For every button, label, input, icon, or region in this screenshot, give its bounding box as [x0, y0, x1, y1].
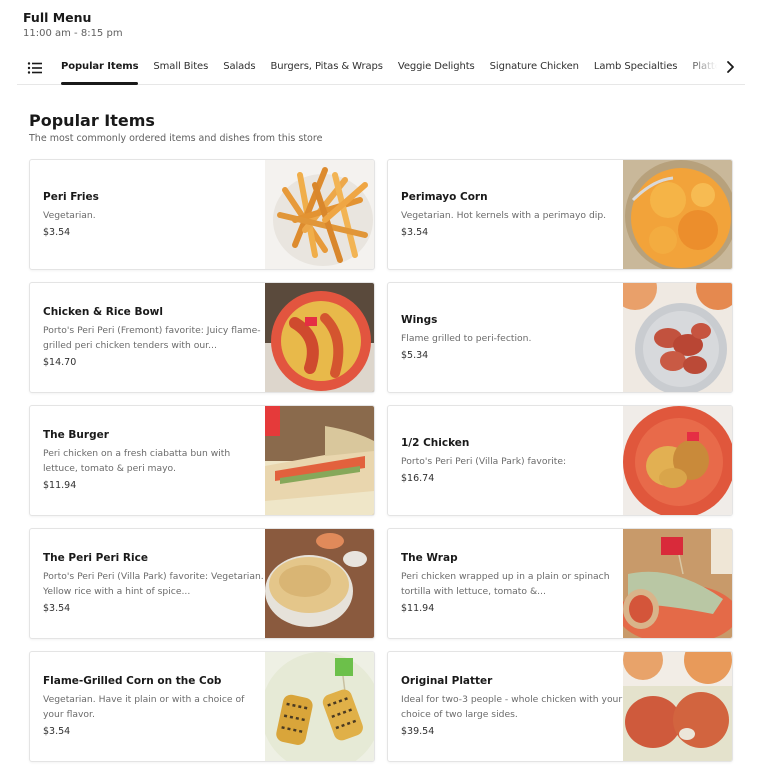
item-description: Vegetarian. Have it plain or with a choi…: [43, 694, 245, 720]
tab-lamb-specialties[interactable]: Lamb Specialties: [594, 50, 678, 84]
item-price: $11.94: [401, 603, 435, 614]
tab-veggie-delights[interactable]: Veggie Delights: [398, 50, 475, 84]
wrap-photo: [623, 529, 732, 638]
menu-hours: 11:00 am - 8:15 pm: [23, 28, 123, 39]
category-tab-bar: Popular Items Small Bites Salads Burgers, P…: [17, 50, 745, 85]
item-price: $16.74: [401, 472, 435, 484]
menu-item-card[interactable]: Original Platter Ideal for two-3 people …: [387, 651, 733, 762]
item-price: $3.54: [43, 226, 71, 238]
item-price: $14.70: [43, 357, 77, 368]
menu-item-card[interactable]: Peri Fries Vegetarian. $3.54: [29, 159, 375, 270]
item-name: Wings: [401, 313, 438, 326]
chicken-rice-bowl-photo: [265, 283, 374, 392]
menu-item-card[interactable]: The Wrap Peri chicken wrapped up in a pl…: [387, 528, 733, 639]
chevron-right-icon[interactable]: [721, 58, 739, 76]
section-subtitle: The most commonly ordered items and dish…: [29, 133, 323, 144]
item-description: Porto's Peri Peri (Villa Park) favorite:: [401, 455, 567, 467]
menu-item-card[interactable]: Perimayo Corn Vegetarian. Hot kernels wi…: [387, 159, 733, 270]
item-description: Peri chicken on a fresh ciabatta bun wit…: [43, 448, 231, 474]
corn-cob-photo: [265, 652, 374, 761]
half-chicken-photo: [623, 406, 732, 515]
section-title: Popular Items: [29, 111, 155, 130]
fries-photo: [265, 160, 374, 269]
item-price: $5.34: [401, 349, 429, 361]
item-name: Chicken & Rice Bowl: [43, 306, 163, 318]
menu-header: Full Menu 11:00 am - 8:15 pm: [23, 10, 123, 41]
tabs-fade-overlay: [687, 50, 717, 84]
item-name: The Wrap: [401, 552, 458, 564]
item-name: The Peri Peri Rice: [43, 552, 148, 564]
menu-item-card[interactable]: Chicken & Rice Bowl Porto's Peri Peri (F…: [29, 282, 375, 393]
item-description: Porto's Peri Peri (Fremont) favorite: Ju…: [43, 325, 261, 351]
item-name: Original Platter: [401, 675, 493, 687]
menu-item-card[interactable]: The Peri Peri Rice Porto's Peri Peri (Vi…: [29, 528, 375, 639]
corn-bowl-photo: [623, 160, 732, 269]
item-name: 1/2 Chicken: [401, 436, 470, 449]
item-name: Perimayo Corn: [401, 190, 488, 203]
item-description: Flame grilled to peri-fection.: [401, 332, 532, 344]
item-description: Peri chicken wrapped up in a plain or sp…: [401, 571, 610, 597]
menu-item-card[interactable]: 1/2 Chicken Porto's Peri Peri (Villa Par…: [387, 405, 733, 516]
item-price: $39.54: [401, 726, 435, 737]
menu-title: Full Menu: [23, 10, 92, 25]
menu-item-card[interactable]: The Burger Peri chicken on a fresh ciaba…: [29, 405, 375, 516]
rice-photo: [265, 529, 374, 638]
tab-salads[interactable]: Salads: [223, 50, 255, 84]
item-description: Porto's Peri Peri (Villa Park) favorite:…: [43, 571, 264, 597]
tab-small-bites[interactable]: Small Bites: [153, 50, 208, 84]
item-description: Vegetarian.: [43, 209, 96, 221]
list-icon[interactable]: [27, 60, 43, 74]
item-price: $3.54: [401, 226, 429, 238]
item-price: $3.54: [43, 603, 71, 614]
tab-signature-chicken[interactable]: Signature Chicken: [490, 50, 579, 84]
item-price: $11.94: [43, 480, 77, 491]
item-price: $3.54: [43, 726, 71, 737]
menu-item-card[interactable]: Flame-Grilled Corn on the Cob Vegetarian…: [29, 651, 375, 762]
menu-item-card[interactable]: Wings Flame grilled to peri-fection. $5.…: [387, 282, 733, 393]
item-name: The Burger: [43, 429, 109, 441]
item-description: Vegetarian. Hot kernels with a perimayo …: [401, 209, 607, 221]
item-name: Flame-Grilled Corn on the Cob: [43, 675, 222, 687]
burger-photo: [265, 406, 374, 515]
category-tabs: Popular Items Small Bites Salads Burgers, P…: [61, 50, 717, 85]
item-name: Peri Fries: [43, 190, 99, 203]
item-description: Ideal for two-3 people - whole chicken w…: [401, 694, 623, 720]
platter-photo: [623, 652, 732, 761]
tab-burgers-pitas-wraps[interactable]: Burgers, Pitas & Wraps: [271, 50, 383, 84]
wings-photo: [623, 283, 732, 392]
tab-popular-items[interactable]: Popular Items: [61, 50, 139, 85]
